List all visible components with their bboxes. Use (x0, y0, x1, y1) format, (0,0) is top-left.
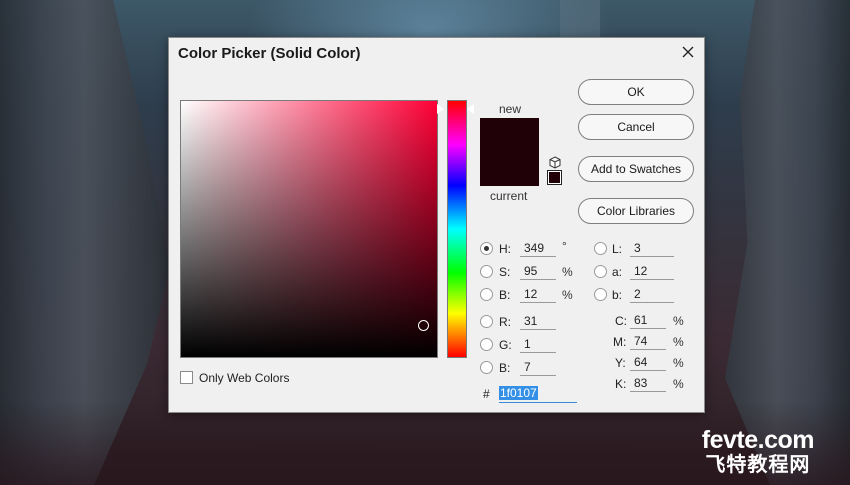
web-safe-swatch[interactable] (547, 170, 562, 185)
radio-lightness[interactable] (594, 242, 607, 255)
blue-field[interactable]: 7 (520, 359, 556, 376)
radio-hue[interactable] (480, 242, 493, 255)
radio-a[interactable] (594, 265, 607, 278)
field-marker-icon (437, 104, 444, 114)
cyan-label: C: (615, 314, 627, 328)
cyan-unit: % (673, 314, 684, 328)
yellow-field[interactable]: 64 (630, 354, 666, 371)
black-unit: % (673, 377, 684, 391)
hex-label: # (483, 387, 490, 401)
ok-button[interactable]: OK (578, 79, 694, 105)
radio-brightness[interactable] (480, 288, 493, 301)
radio-b-lab[interactable] (594, 288, 607, 301)
radio-green[interactable] (480, 338, 493, 351)
close-icon[interactable] (680, 43, 696, 61)
hue-unit: ° (562, 239, 567, 253)
magenta-unit: % (673, 335, 684, 349)
color-field-cursor[interactable] (418, 320, 429, 331)
radio-blue[interactable] (480, 361, 493, 374)
cancel-button[interactable]: Cancel (578, 114, 694, 140)
lightness-label: L: (612, 242, 623, 256)
b-lab-label: b: (612, 288, 623, 302)
current-color-label: current (490, 189, 528, 203)
blue-label: B: (499, 361, 511, 375)
only-web-colors-label: Only Web Colors (199, 371, 290, 385)
hue-field[interactable]: 349 (520, 240, 556, 257)
hex-value-text: 1f0107 (499, 386, 538, 400)
lightness-field[interactable]: 3 (630, 240, 674, 257)
saturation-unit: % (562, 265, 573, 279)
magenta-field[interactable]: 74 (630, 333, 666, 350)
dialog-title: Color Picker (Solid Color) (178, 45, 361, 62)
yellow-label: Y: (615, 356, 626, 370)
saturation-field[interactable]: 95 (520, 263, 556, 280)
add-to-swatches-button[interactable]: Add to Swatches (578, 156, 694, 182)
hue-slider[interactable] (447, 100, 467, 358)
color-picker-dialog: Color Picker (Solid Color) new current O… (168, 37, 705, 413)
radio-saturation[interactable] (480, 265, 493, 278)
saturation-label: S: (499, 265, 511, 279)
cyan-field[interactable]: 61 (630, 312, 666, 329)
brightness-unit: % (562, 288, 573, 302)
a-label: a: (612, 265, 623, 279)
watermark-logo: fevte.com (701, 426, 815, 454)
red-field[interactable]: 31 (520, 313, 556, 330)
color-field[interactable] (180, 100, 438, 358)
hex-field[interactable]: 1f0107 (499, 384, 577, 403)
hue-slider-handle-icon[interactable] (467, 104, 474, 114)
magenta-label: M: (613, 335, 627, 349)
a-field[interactable]: 12 (630, 263, 674, 280)
only-web-colors-checkbox[interactable] (180, 371, 193, 384)
yellow-unit: % (673, 356, 684, 370)
brightness-field[interactable]: 12 (520, 286, 556, 303)
current-color-swatch[interactable] (480, 152, 539, 186)
cube-icon[interactable] (549, 156, 561, 169)
b-lab-field[interactable]: 2 (630, 286, 674, 303)
watermark-subtitle: 飞特教程网 (705, 454, 811, 476)
new-color-label: new (499, 102, 522, 116)
black-field[interactable]: 83 (630, 375, 666, 392)
green-label: G: (499, 338, 512, 352)
red-label: R: (499, 315, 511, 329)
new-color-swatch (480, 118, 539, 152)
green-field[interactable]: 1 (520, 336, 556, 353)
brightness-label: B: (499, 288, 511, 302)
watermark: fevte.com 飞特教程网 (701, 426, 815, 477)
radio-red[interactable] (480, 315, 493, 328)
color-libraries-button[interactable]: Color Libraries (578, 198, 694, 224)
black-label: K: (615, 377, 627, 391)
hue-label: H: (499, 242, 511, 256)
